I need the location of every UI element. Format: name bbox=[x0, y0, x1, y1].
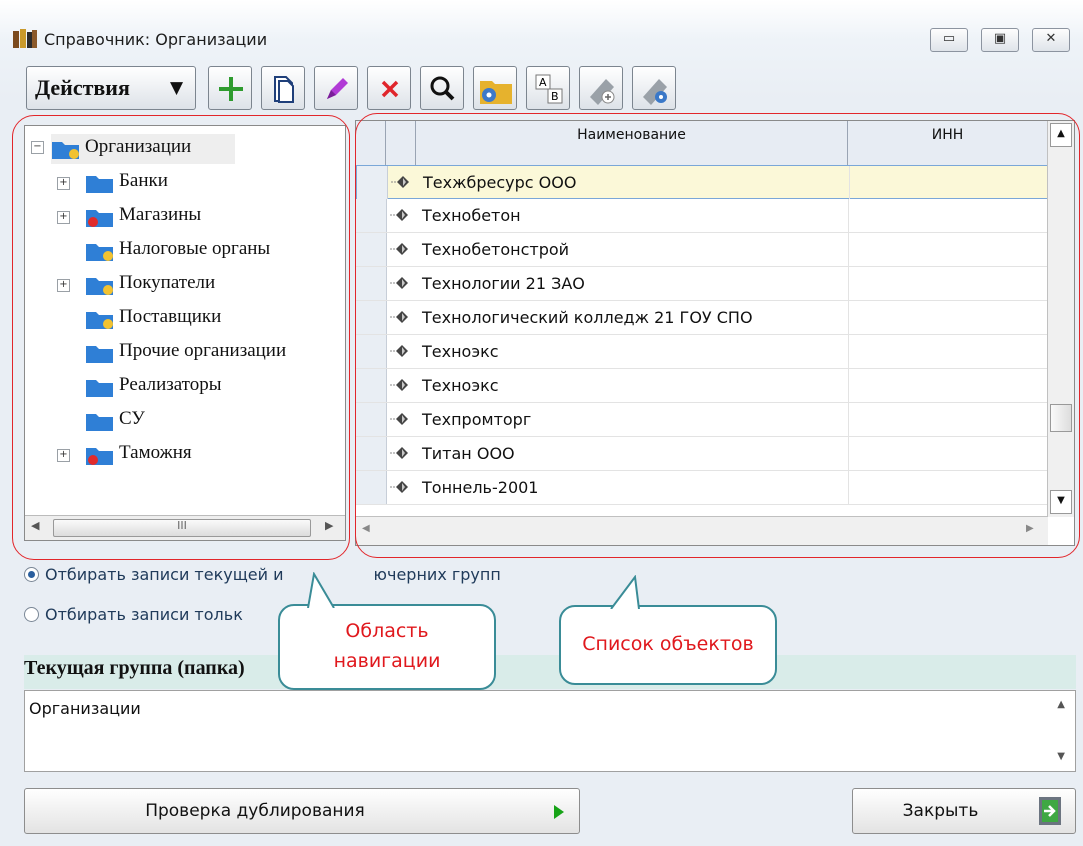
close-button[interactable]: Закрыть bbox=[852, 788, 1076, 834]
callout-pointer bbox=[307, 572, 335, 608]
close-button-label: Закрыть bbox=[902, 801, 979, 821]
nav-area-label-line2: навигации bbox=[333, 650, 441, 672]
current-group-title: Текущая группа (папка) bbox=[24, 657, 245, 679]
scroll-down-icon[interactable]: ▼ bbox=[1057, 751, 1065, 762]
add-button[interactable] bbox=[208, 66, 252, 110]
play-arrow-icon bbox=[554, 805, 564, 819]
usb-add-icon bbox=[590, 79, 615, 105]
toolbar: Действия ▼ AB bbox=[26, 62, 1076, 118]
delete-icon bbox=[381, 80, 399, 98]
nav-area-callout: Область навигации bbox=[278, 572, 496, 690]
svg-text:B: B bbox=[551, 90, 559, 103]
filter-option-current-label: Отбирать записи тольк bbox=[45, 605, 243, 624]
check-duplicates-label: Проверка дублирования bbox=[145, 801, 365, 821]
usb-settings-icon bbox=[643, 79, 667, 105]
scroll-up-icon[interactable]: ▲ bbox=[1057, 699, 1065, 710]
close-icon: ✕ bbox=[1045, 31, 1057, 46]
callout-pointer bbox=[610, 575, 640, 609]
copy-icon bbox=[274, 76, 294, 103]
search-button[interactable] bbox=[420, 66, 464, 110]
object-list-callout: Список объектов bbox=[559, 575, 777, 685]
restore-button[interactable]: ▣ bbox=[981, 28, 1019, 52]
copy-button[interactable] bbox=[261, 66, 305, 110]
minimize-icon: ▭ bbox=[942, 31, 956, 46]
usb-add-button[interactable] bbox=[579, 66, 623, 110]
radio-selected-icon[interactable] bbox=[24, 567, 39, 582]
restore-icon: ▣ bbox=[993, 31, 1007, 46]
close-window-button[interactable]: ✕ bbox=[1032, 28, 1070, 52]
svg-text:A: A bbox=[539, 76, 547, 89]
search-icon bbox=[430, 76, 455, 101]
add-icon bbox=[219, 77, 243, 101]
folder-settings-icon bbox=[480, 81, 512, 104]
minimize-button[interactable]: ▭ bbox=[930, 28, 968, 52]
current-group-value: Организации bbox=[29, 699, 141, 718]
radio-unselected-icon[interactable] bbox=[24, 607, 39, 622]
window: Справочник: Организации ▭ ▣ ✕ Действия ▼… bbox=[0, 0, 1083, 846]
current-group-header: Текущая группа (папка) bbox=[24, 655, 1076, 689]
object-list-label: Список объектов bbox=[582, 633, 754, 655]
edit-button[interactable] bbox=[314, 66, 358, 110]
object-list-outline bbox=[355, 113, 1080, 558]
usb-settings-button[interactable] bbox=[632, 66, 676, 110]
nav-area-label-line1: Область bbox=[345, 620, 429, 642]
sort-button[interactable]: AB bbox=[526, 66, 570, 110]
current-group-field[interactable]: Организации ▲ ▼ bbox=[24, 690, 1076, 772]
books-app-icon bbox=[13, 29, 37, 48]
delete-button[interactable] bbox=[367, 66, 411, 110]
folder-settings-button[interactable] bbox=[473, 66, 517, 110]
sort-ab-icon: AB bbox=[535, 74, 563, 104]
navigation-area-outline bbox=[12, 115, 350, 560]
filter-option-subgroups-label-tail: ючерних групп bbox=[373, 565, 501, 584]
actions-menu-button[interactable]: Действия ▼ bbox=[26, 66, 196, 110]
actions-label: Действия bbox=[35, 75, 130, 100]
edit-icon bbox=[327, 78, 348, 99]
exit-door-icon bbox=[1039, 797, 1061, 825]
filter-option-subgroups-label: Отбирать записи текущей и bbox=[45, 565, 284, 584]
check-duplicates-button[interactable]: Проверка дублирования bbox=[24, 788, 580, 834]
filter-option-current-only[interactable]: Отбирать записи тольк bbox=[24, 605, 243, 624]
chevron-down-icon: ▼ bbox=[170, 78, 184, 98]
filter-option-subgroups[interactable]: Отбирать записи текущей и ючерних групп bbox=[24, 565, 501, 584]
window-title: Справочник: Организации bbox=[44, 30, 268, 49]
title-bar: Справочник: Организации ▭ ▣ ✕ bbox=[12, 20, 1072, 60]
